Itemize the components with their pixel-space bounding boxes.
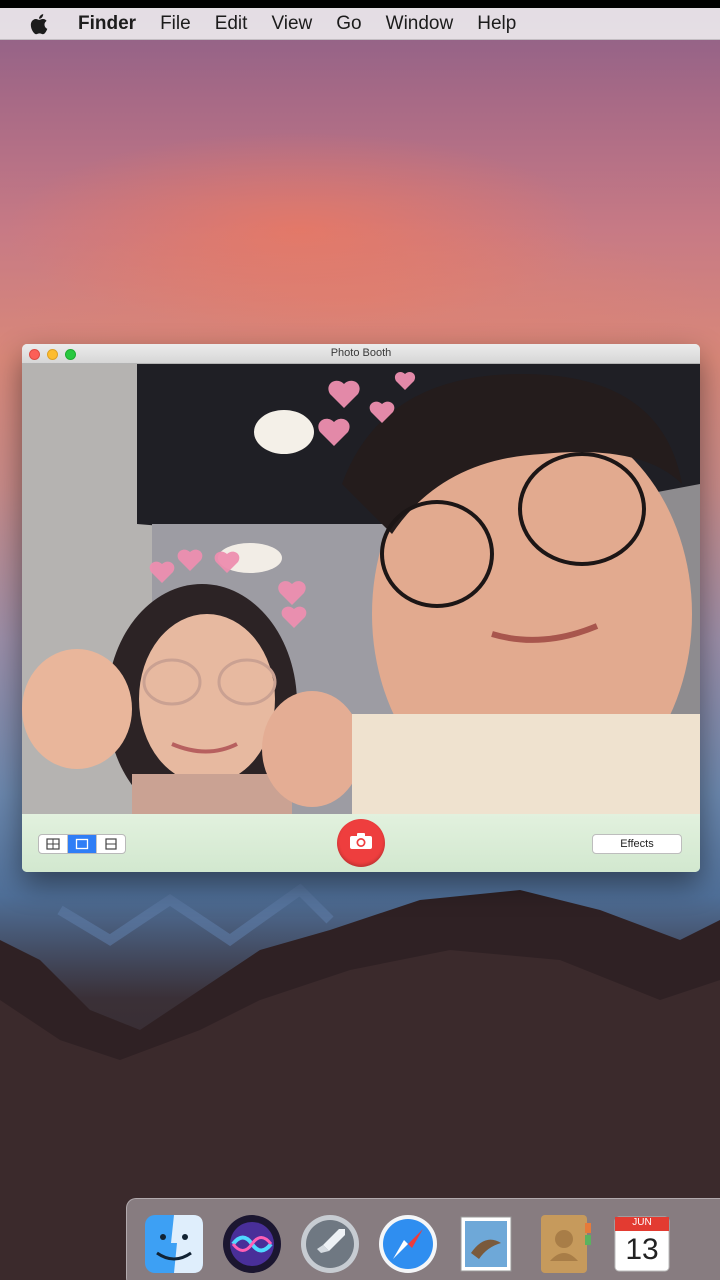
mail-icon[interactable]	[455, 1213, 517, 1275]
dock: JUN 13	[126, 1198, 720, 1280]
filmstrip-icon[interactable]	[97, 835, 125, 853]
view-mode-selector	[38, 834, 126, 854]
contacts-icon[interactable]	[533, 1213, 595, 1275]
photo-booth-window: Photo Booth Effects	[22, 344, 700, 872]
photo-booth-toolbar: Effects	[22, 814, 700, 872]
calendar-icon[interactable]: JUN 13	[611, 1213, 673, 1275]
menu-go[interactable]: Go	[336, 13, 361, 35]
camera-preview	[22, 364, 700, 814]
menu-help[interactable]: Help	[477, 13, 516, 35]
calendar-month: JUN	[632, 1217, 652, 1228]
safari-icon[interactable]	[377, 1213, 439, 1275]
camera-icon	[349, 832, 373, 855]
window-titlebar[interactable]: Photo Booth	[22, 344, 700, 364]
calendar-day: 13	[625, 1233, 659, 1266]
take-photo-button[interactable]	[337, 819, 385, 867]
window-title: Photo Booth	[330, 347, 392, 359]
finder-icon[interactable]	[143, 1213, 205, 1275]
siri-icon[interactable]	[221, 1213, 283, 1275]
menu-view[interactable]: View	[271, 13, 312, 35]
menu-window[interactable]: Window	[386, 13, 454, 35]
single-icon[interactable]	[68, 835, 97, 853]
menu-bar: Finder File Edit View Go Window Help	[0, 8, 720, 40]
apple-icon[interactable]	[30, 12, 52, 36]
menu-edit[interactable]: Edit	[215, 13, 248, 35]
four-up-icon[interactable]	[39, 835, 68, 853]
menu-finder[interactable]: Finder	[78, 13, 136, 35]
menu-file[interactable]: File	[160, 13, 191, 35]
effects-button[interactable]: Effects	[592, 834, 682, 854]
screen-top-strip	[0, 0, 720, 8]
launchpad-icon[interactable]	[299, 1213, 361, 1275]
